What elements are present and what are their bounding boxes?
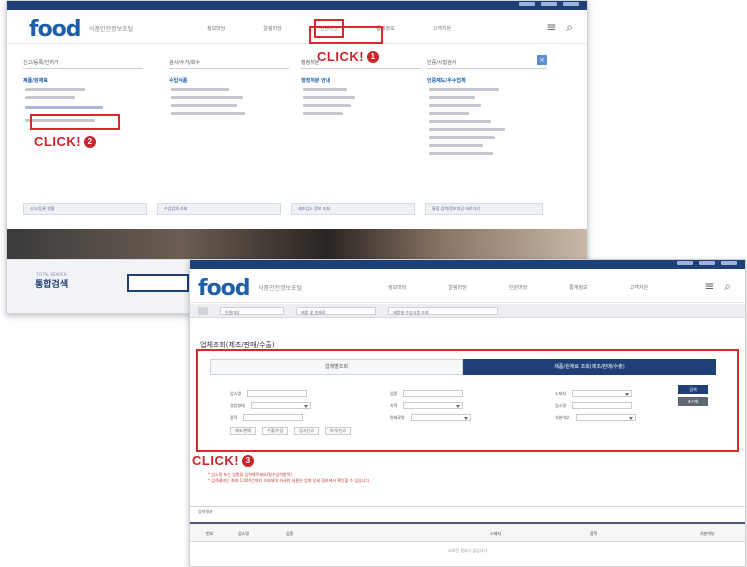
gnb-item-notice[interactable]: 알림마당	[263, 25, 281, 32]
total-search-input[interactable]	[127, 274, 189, 292]
breadcrumb-item[interactable]: 제품 및 원재료	[296, 306, 376, 315]
callout-text: CLICK!	[34, 134, 82, 149]
table-header-cell: 처분여부	[700, 531, 715, 536]
menu-column-2: 검사/수거/회수 수입식품	[169, 59, 289, 120]
table-header-cell: 번호	[206, 531, 214, 536]
login-link[interactable]	[677, 261, 693, 265]
utility-bar	[190, 260, 745, 269]
form-note-detail: * 검색결과는 최대 1,000건까지 조회되며 자세한 내용은 업체 상세 정…	[208, 478, 370, 483]
login-link[interactable]	[519, 2, 535, 6]
quick-link-4[interactable]: 통합 검색/정보마당 바로가기	[425, 203, 543, 215]
highlight-menu-item	[30, 114, 120, 130]
table-header-cell: 품목	[590, 531, 598, 536]
header-icons: ≡ ⌕	[546, 20, 573, 35]
search-icon[interactable]: ⌕	[566, 20, 573, 35]
logo-subtitle: 식품안전정보포털	[258, 285, 303, 292]
highlight-search-form	[196, 349, 739, 452]
table-header-cell: 소재지	[490, 531, 502, 536]
breadcrumb: 민원마당 제품 및 원재료 제품별 수입식품 조회	[190, 304, 745, 318]
menu-item-product-search[interactable]	[25, 106, 103, 109]
empty-results: 조회된 결과가 없습니다	[447, 548, 488, 553]
menu-close-button[interactable]: ×	[537, 55, 547, 65]
quick-link-2[interactable]: 수입업체 조회	[157, 203, 281, 215]
gnb-item-support[interactable]: 고객지원	[433, 25, 451, 32]
total-search-label: TOTAL SEARCH 통합검색	[35, 272, 68, 290]
menu-icon[interactable]: ≡	[704, 279, 714, 294]
callout-text: CLICK!	[192, 453, 240, 468]
signup-link[interactable]	[699, 261, 715, 265]
gnb-item-stats[interactable]: 통계정보	[569, 284, 587, 291]
gnb-item-info[interactable]: 정보마당	[207, 25, 225, 32]
breadcrumb-item[interactable]: 제품별 수입식품 조회	[388, 306, 498, 315]
site-logo[interactable]: food	[198, 276, 251, 301]
quick-link-3[interactable]: 제조업소 정보 조회	[291, 203, 415, 215]
site-logo[interactable]: food	[29, 17, 82, 42]
signup-link[interactable]	[541, 2, 557, 6]
quick-link-1[interactable]: 신고/등록 현황	[23, 203, 147, 215]
gnb-item-notice[interactable]: 알림마당	[448, 284, 466, 291]
callout-number: 3	[242, 454, 255, 467]
highlight-gnb-item	[309, 26, 383, 44]
gnb-item-support[interactable]: 고객지원	[630, 284, 648, 291]
menu-column-head: 신고/등록/인허가	[23, 59, 143, 69]
callout-click-1: CLICK! 1	[317, 49, 380, 64]
breadcrumb-item[interactable]: 민원마당	[220, 306, 284, 315]
logo-subtitle: 식품안전정보포털	[89, 26, 134, 33]
menu-column-4: 인증/시험검사 인증제도/우수업체	[427, 59, 547, 160]
language-link[interactable]	[721, 261, 737, 265]
utility-bar	[7, 1, 587, 10]
gnb-item-civil[interactable]: 민원마당	[509, 284, 527, 291]
callout-number: 1	[367, 50, 380, 63]
callout-text: CLICK!	[317, 49, 365, 64]
language-link[interactable]	[563, 2, 579, 6]
results-table-header: 번호 업소명 업종 소재지 품목 처분여부	[190, 522, 745, 542]
header-icons: ≡ ⌕	[704, 279, 731, 294]
table-header-cell: 업종	[286, 531, 294, 536]
hero-photo	[7, 229, 587, 259]
home-icon[interactable]	[198, 306, 208, 315]
menu-column-sub[interactable]: 인증제도/우수업체	[427, 77, 547, 85]
menu-column-sub[interactable]: 제품/원재료	[23, 77, 143, 85]
callout-click-3: CLICK! 3	[192, 453, 255, 468]
menu-column-sub[interactable]: 행정처분 안내	[301, 77, 421, 85]
gnb-item-info[interactable]: 정보마당	[388, 284, 406, 291]
site-header: food 식품안전정보포털 정보마당 알림마당 민원마당 통계정보 고객지원 ≡…	[190, 269, 745, 303]
results-label: 검색결과	[198, 509, 213, 514]
menu-column-head: 인증/시험검사	[427, 59, 547, 69]
menu-column-3: 행정처분 행정처분 안내	[301, 59, 421, 120]
callout-number: 2	[84, 135, 97, 148]
callout-click-2: CLICK! 2	[34, 134, 97, 149]
menu-column-sub[interactable]: 수입식품	[169, 77, 289, 85]
search-label-ko: 통합검색	[35, 280, 69, 290]
results-bar: 검색결과	[190, 506, 745, 516]
global-nav: 정보마당 알림마당 민원마당 통계정보 고객지원	[388, 284, 648, 291]
table-header-cell: 업소명	[238, 531, 250, 536]
site-header: food 식품안전정보포털 정보마당 알림마당 민원마당 통계정보 고객지원 ≡…	[7, 10, 587, 44]
menu-icon[interactable]: ≡	[546, 20, 556, 35]
search-icon[interactable]: ⌕	[724, 279, 731, 294]
menu-column-head: 검사/수거/회수	[169, 59, 289, 69]
